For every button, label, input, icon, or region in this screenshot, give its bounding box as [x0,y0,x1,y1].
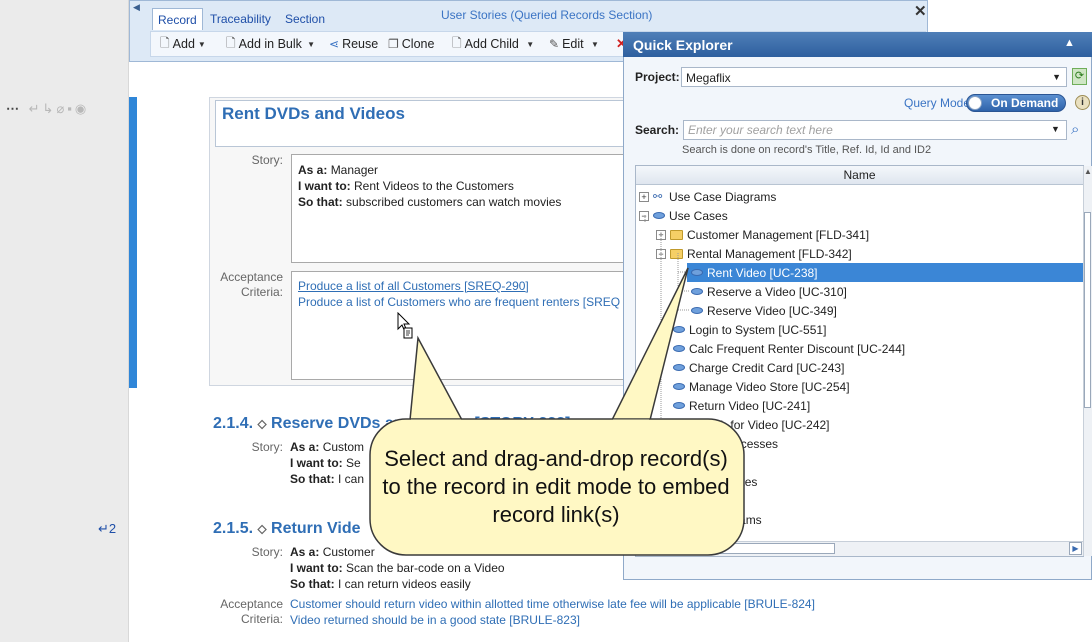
project-label: Project: [635,70,680,84]
info-icon[interactable]: i [1075,95,1090,110]
criteria-link[interactable]: Video returned should be in a good state… [290,613,580,627]
scroll-left-icon[interactable]: ◀ [638,542,645,553]
criteria-link[interactable]: Produce a list of all Customers [SREQ-29… [298,279,529,293]
clone-icon: ❐ [388,37,399,51]
chevron-down-icon[interactable]: ▼ [198,40,206,49]
acceptance-criteria-label: Acceptance Criteria: [220,270,283,299]
search-hint: Search is done on record's Title, Ref. I… [682,144,932,156]
chevron-down-icon[interactable]: ▼ [1052,72,1061,82]
story-want: I want to: Rent Videos to the Customers [298,179,514,193]
document-icon: 🗋 [160,35,170,50]
tree-node[interactable]: Charge Credit Card [UC-243] [673,358,844,377]
story-want: I want to: Se [290,456,361,470]
criteria-link[interactable]: Produce a list of Customers who are freq… [298,295,620,309]
query-mode-label: Query Mode: [904,96,974,110]
add-in-bulk-button[interactable]: 🗋 Add in Bulk ▼ [226,35,315,53]
tree-column-header[interactable]: Name [636,166,1083,185]
chevron-down-icon[interactable]: ▼ [522,40,534,49]
story-as-a: As a: Customer [290,545,375,559]
scrollbar-thumb[interactable] [1084,212,1091,408]
section-heading[interactable]: 2.1.5. ⬦ Return Vide [213,520,361,538]
tab-record[interactable]: Record [152,8,203,30]
left-gutter [0,0,129,642]
comment-icon[interactable]: ▪ [67,101,75,116]
child-document-icon: 🗋 [452,35,462,50]
tree-lines [644,215,689,434]
tag-icon: ⬦ [257,521,267,536]
tree-node[interactable]: Reserve a Video [UC-310] [691,282,847,301]
scroll-right-icon[interactable]: ▶ [1069,542,1082,555]
folder-icon [653,533,666,540]
toggle-knob[interactable] [968,96,982,110]
tree-node[interactable]: + Test Runs [639,529,723,540]
criteria-link[interactable]: Customer should return video within allo… [290,597,815,611]
chevron-down-icon[interactable]: ▼ [587,40,599,49]
edit-button[interactable]: ✎ Edit ▼ [549,35,599,53]
gutter-line-marker: ↵2 [98,521,117,536]
collapse-up-icon[interactable]: ▲ [1064,37,1075,49]
attachment-icon[interactable]: ⌀ [56,101,67,116]
story-want: I want to: Scan the bar-code on a Video [290,561,505,575]
drag-cursor-icon [397,312,413,339]
search-icon[interactable]: ⌕ [1071,121,1079,138]
close-icon[interactable]: ✕ [914,2,927,20]
section-title: User Stories (Queried Records Section) [441,8,653,22]
story-label: Story: [251,153,283,167]
reuse-button[interactable]: ⋖ Reuse [329,35,378,53]
branch-icon[interactable]: ↳ [43,101,57,116]
story-field[interactable]: As a: Manager I want to: Rent Videos to … [291,154,631,263]
share-icon: ⋖ [329,37,340,51]
chevron-down-icon[interactable]: ▼ [1051,124,1060,134]
tree-node[interactable]: Manage Video Store [UC-254] [673,377,850,396]
acceptance-criteria-label: Acceptance Criteria: [220,597,283,626]
search-label: Search: [635,123,680,137]
acceptance-criteria-field[interactable]: Produce a list of all Customers [SREQ-29… [291,271,631,380]
story-so-that: So that: subscribed customers can watch … [298,195,562,209]
scroll-up-icon[interactable]: ▲ [1084,167,1092,176]
tab-traceability[interactable]: Traceability [205,8,276,30]
collapse-left-icon[interactable]: ◀ [133,2,140,13]
story-label: Story: [251,440,283,454]
tag-icon: ⬦ [257,416,267,431]
story-so-that: So that: I can [290,472,365,486]
tree-node[interactable]: Reserve Video [UC-349] [691,301,837,320]
story-label: Story: [251,545,283,559]
callout-text: Select and drag-and-drop record(s) to th… [382,446,730,527]
gutter-toolbar[interactable]: ⋯ ↵↳⌀▪◉ [6,101,89,117]
more-icon[interactable]: ⋯ [6,101,22,116]
return-icon: ↵ [98,521,109,536]
pencil-icon: ✎ [549,37,560,51]
scrollbar-thumb[interactable] [650,543,835,554]
tab-section[interactable]: Section [280,8,330,30]
add-child-button[interactable]: 🗋 Add Child ▼ [452,35,534,53]
record-title: Rent DVDs and Videos [222,104,405,123]
story-as-a: As a: Custom [290,440,365,454]
explorer-title: Quick Explorer [623,32,1092,57]
tree-node[interactable]: Calc Frequent Renter Discount [UC-244] [673,339,905,358]
add-button[interactable]: 🗋 Add ▼ [160,35,206,53]
enter-icon[interactable]: ↵ [29,101,43,116]
tree-node-selected[interactable]: Rent Video [UC-238] [687,263,1083,282]
expand-icon[interactable]: + [639,533,649,540]
edit-indicator-bar [129,97,137,388]
eye-icon[interactable]: ◉ [75,101,89,116]
project-select[interactable]: Megaflix ▼ [681,67,1067,87]
refresh-icon[interactable]: ⟳ [1072,68,1087,85]
search-input[interactable] [683,120,1067,140]
documents-icon: 🗋 [226,35,236,50]
chevron-down-icon[interactable]: ▼ [305,40,315,49]
clone-button[interactable]: ❐ Clone [388,35,434,53]
story-as-a: As a: Manager [298,163,379,177]
section-heading[interactable]: 2.1.4. ⬦ Reserve DVDs and Videos [STORY-… [213,415,570,433]
story-so-that: So that: I can return videos easily [290,577,471,591]
